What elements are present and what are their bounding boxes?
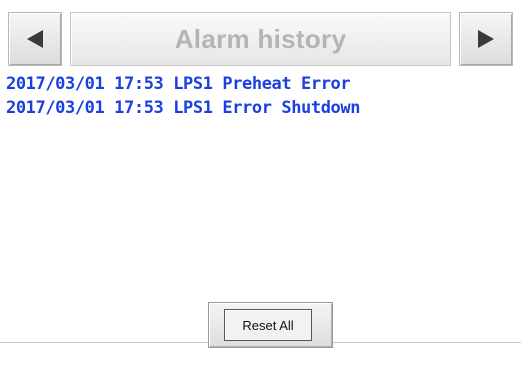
left-triangle-icon (27, 30, 43, 48)
alarm-entry: 2017/03/01 17:53 LPS1 Error Shutdown (6, 98, 361, 118)
reset-all-label: Reset All (242, 317, 294, 333)
header-bar: Alarm history (8, 12, 513, 66)
reset-all-button-face[interactable]: Reset All (224, 309, 312, 341)
page-title: Alarm history (174, 23, 347, 54)
next-page-button[interactable] (459, 12, 513, 66)
right-triangle-icon (478, 30, 494, 48)
reset-all-button[interactable]: Reset All (208, 302, 333, 348)
alarm-entry: 2017/03/01 17:53 LPS1 Preheat Error (6, 74, 351, 94)
alarm-list: 2017/03/01 17:53 LPS1 Preheat Error 2017… (6, 72, 515, 120)
title-panel: Alarm history (70, 12, 451, 66)
alarm-history-screen: Alarm history 2017/03/01 17:53 LPS1 Preh… (0, 0, 521, 385)
previous-page-button[interactable] (8, 12, 62, 66)
